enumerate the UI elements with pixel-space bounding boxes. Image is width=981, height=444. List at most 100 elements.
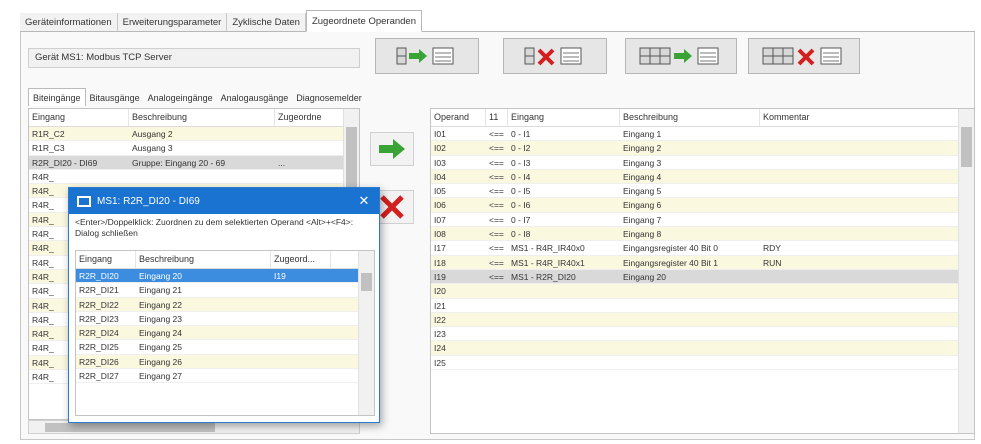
col-beschreibung[interactable]: Beschreibung xyxy=(136,251,271,268)
table-cell: Eingang 2 xyxy=(623,143,662,154)
table-cell: I23 xyxy=(434,329,446,340)
table-header: Operand 11 Eingang Beschreibung Kommenta… xyxy=(431,109,974,127)
assign-single-button[interactable] xyxy=(375,38,479,74)
col-kommentar[interactable]: Kommentar xyxy=(760,109,960,126)
table-row[interactable]: I25 xyxy=(431,355,974,371)
table-cell xyxy=(760,141,960,154)
tab-geraeteinformationen[interactable]: Geräteinformationen xyxy=(20,13,118,31)
table-row[interactable]: R2R_DI22 Eingang 22 xyxy=(76,297,374,312)
table-cell: RUN xyxy=(763,257,782,268)
table-row[interactable]: I24 xyxy=(431,341,974,356)
table-row[interactable]: I17 <== MS1 - R4R_IR40x0 Eingangsregister 4… xyxy=(431,241,974,256)
dialog-title-bar[interactable]: MS1: R2R_DI20 - DI69 ✕ xyxy=(69,188,379,214)
tab-zugeordnete-operanden[interactable]: Zugeordnete Operanden xyxy=(305,10,423,32)
table-row[interactable]: I20 xyxy=(431,284,974,299)
table-row[interactable]: R2R_DI20 Eingang 20 I19 xyxy=(76,269,374,284)
table-cell: 0 - I6 xyxy=(511,200,531,211)
table-row[interactable]: R2R_DI26 Eingang 26 xyxy=(76,354,374,370)
table-cell: I21 xyxy=(434,300,446,311)
remove-all-button[interactable] xyxy=(748,38,860,74)
table-cell: <== xyxy=(489,214,504,225)
table-cell xyxy=(271,326,331,339)
table-row[interactable]: I03 <== 0 - I3 Eingang 3 xyxy=(431,155,974,170)
assign-all-button[interactable] xyxy=(625,38,737,74)
table-row[interactable]: R2R_DI23 Eingang 23 xyxy=(76,311,374,327)
table-cell xyxy=(271,283,331,296)
table-cell: Eingang 4 xyxy=(623,171,662,182)
table-row[interactable]: I19 <== MS1 - R2R_DI20 Eingang 20 xyxy=(431,269,974,285)
table-row[interactable]: I05 <== 0 - I5 Eingang 5 xyxy=(431,184,974,199)
tab-analogeingaenge[interactable]: Analogeingänge xyxy=(144,90,217,106)
table-cell xyxy=(271,340,331,353)
operand-table: Operand 11 Eingang Beschreibung Kommenta… xyxy=(430,108,975,434)
table-row[interactable]: I01 <== 0 - I1 Eingang 1 xyxy=(431,127,974,142)
table-cell: I25 xyxy=(434,357,446,368)
table-row[interactable]: I21 xyxy=(431,298,974,313)
col-eingang[interactable]: Eingang xyxy=(76,251,136,268)
table-row[interactable]: I06 <== 0 - I6 Eingang 6 xyxy=(431,198,974,213)
table-body: R2R_DI20 Eingang 20 I19 R2R_DI21 Eingang 21 R… xyxy=(76,269,374,384)
scrollbar-thumb[interactable] xyxy=(45,423,215,432)
assign-all-icon xyxy=(639,47,719,65)
tab-zyklische-daten[interactable]: Zyklische Daten xyxy=(227,13,306,31)
tab-bitausgaenge[interactable]: Bitausgänge xyxy=(86,90,144,106)
col-zugeordnet[interactable]: Zugeordne xyxy=(275,109,345,126)
tab-analogausgaenge[interactable]: Analogausgänge xyxy=(217,90,293,106)
table-row[interactable]: R4R_ xyxy=(29,169,359,185)
red-x-icon xyxy=(380,195,404,219)
tab-biteingaenge[interactable]: Biteingänge xyxy=(28,88,86,106)
table-cell xyxy=(129,170,275,183)
table-cell: MS1 - R4R_IR40x0 xyxy=(511,243,585,254)
table-row[interactable]: I07 <== 0 - I7 Eingang 7 xyxy=(431,212,974,228)
table-cell xyxy=(760,198,960,211)
table-row[interactable]: R1R_C2 Ausgang 2 xyxy=(29,127,359,142)
close-icon[interactable]: ✕ xyxy=(349,193,379,209)
table-row[interactable]: R2R_DI21 Eingang 21 xyxy=(76,283,374,298)
table-cell xyxy=(620,284,760,297)
table-row[interactable]: I22 xyxy=(431,312,974,328)
table-cell: I07 xyxy=(434,214,446,225)
tab-diagnosemelder[interactable]: Diagnosemelder xyxy=(292,90,366,106)
vertical-scrollbar[interactable] xyxy=(958,109,974,433)
table-row[interactable]: R2R_DI27 Eingang 27 xyxy=(76,369,374,384)
table-row[interactable]: I18 <== MS1 - R4R_IR40x1 Eingangsregister 4… xyxy=(431,255,974,270)
table-row[interactable]: R2R_DI24 Eingang 24 xyxy=(76,326,374,341)
table-cell: Eingang 7 xyxy=(623,214,662,225)
col-zugeordnet[interactable]: Zugeord... xyxy=(271,251,331,268)
table-header: Eingang Beschreibung Zugeordne xyxy=(29,109,359,127)
col-beschreibung[interactable]: Beschreibung xyxy=(620,109,760,126)
col-operand[interactable]: Operand xyxy=(431,109,486,126)
table-cell: I18 xyxy=(434,257,446,268)
table-cell: Eingangsregister 40 Bit 1 xyxy=(623,257,718,268)
table-row[interactable]: I04 <== 0 - I4 Eingang 4 xyxy=(431,169,974,185)
col-direction[interactable]: 11 xyxy=(486,109,508,126)
scrollbar-thumb[interactable] xyxy=(961,127,972,167)
table-row[interactable]: I08 <== 0 - I8 Eingang 8 xyxy=(431,227,974,242)
table-row[interactable]: R1R_C3 Ausgang 3 xyxy=(29,141,359,156)
remove-single-button[interactable] xyxy=(503,38,607,74)
table-cell: I19 xyxy=(274,271,286,281)
table-cell: Eingang 21 xyxy=(139,285,183,296)
table-cell xyxy=(486,327,508,340)
table-cell xyxy=(486,284,508,297)
col-eingang[interactable]: Eingang xyxy=(508,109,620,126)
col-beschreibung[interactable]: Beschreibung xyxy=(129,109,275,126)
col-eingang[interactable]: Eingang xyxy=(29,109,129,126)
table-cell xyxy=(620,299,760,312)
vertical-scrollbar[interactable] xyxy=(358,251,374,415)
table-row[interactable]: R2R_DI20 - DI69 Gruppe: Eingang 20 - 69..… xyxy=(29,155,359,170)
table-cell xyxy=(508,356,620,369)
table-cell: I17 xyxy=(434,243,446,254)
assign-arrow-button[interactable] xyxy=(370,132,414,166)
scrollbar-thumb[interactable] xyxy=(361,273,372,291)
table-row[interactable]: I23 xyxy=(431,327,974,342)
sub-tab-strip: Biteingänge Bitausgänge Analogeingänge A… xyxy=(28,88,366,106)
table-cell: <== xyxy=(489,157,504,168)
tab-erweiterungsparameter[interactable]: Erweiterungsparameter xyxy=(117,13,228,31)
table-row[interactable]: R2R_DI25 Eingang 25 xyxy=(76,340,374,355)
table-cell: <== xyxy=(489,257,504,268)
table-cell: Eingang 25 xyxy=(139,342,183,353)
table-cell xyxy=(760,356,960,369)
table-row[interactable]: I02 <== 0 - I2 Eingang 2 xyxy=(431,141,974,156)
table-cell: 0 - I5 xyxy=(511,186,531,197)
